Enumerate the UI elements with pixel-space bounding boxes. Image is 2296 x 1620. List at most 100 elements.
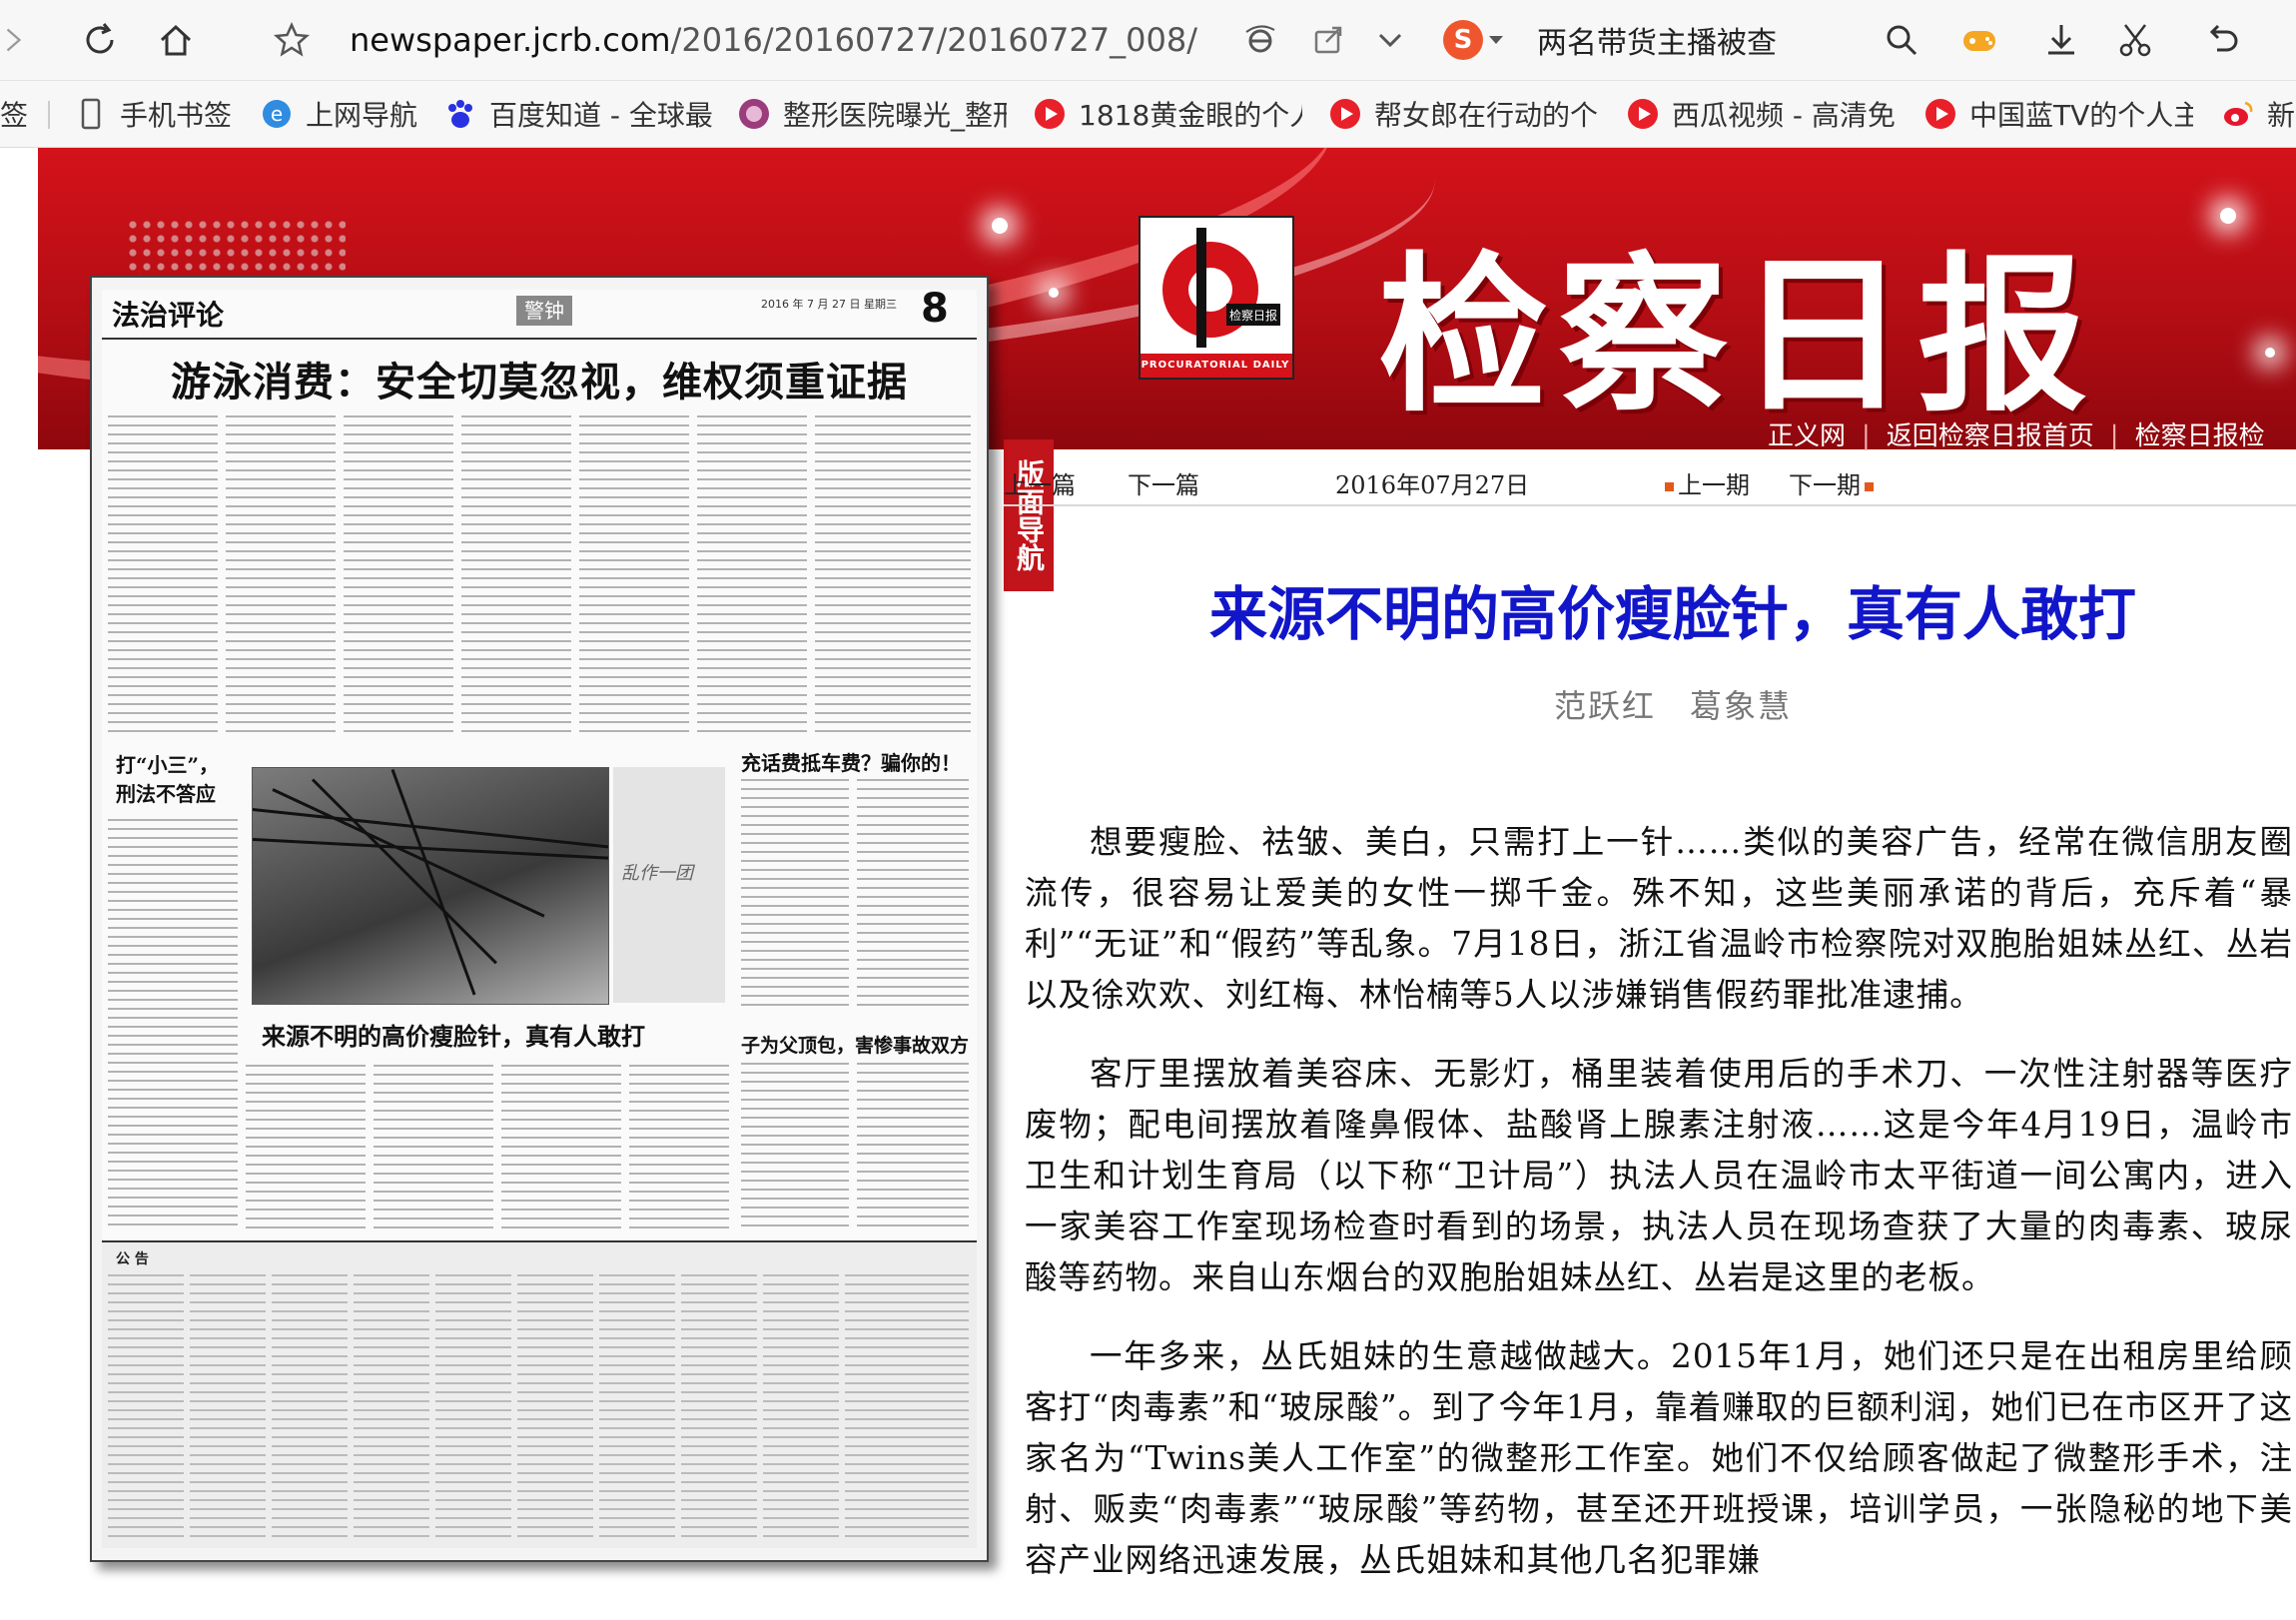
- masthead-links: 正义网 | 返回检察日报首页 | 检察日报检: [1768, 421, 2265, 451]
- text-column: [763, 1274, 839, 1544]
- newspaper-logo[interactable]: 检察日报: [1139, 216, 1294, 380]
- search-input[interactable]: 两名带货主播被查: [1537, 18, 1777, 62]
- text-column: [272, 1274, 348, 1544]
- text-column: [857, 779, 969, 1009]
- link-zhengyi[interactable]: 正义网: [1768, 421, 1846, 451]
- chevron-down-icon[interactable]: [1364, 14, 1416, 66]
- light-flare: [2220, 208, 2236, 224]
- text-column: [108, 819, 238, 1228]
- page-number: 8: [921, 290, 949, 332]
- address-bar[interactable]: newspaper.jcrb.com/2016/20160727/2016072…: [350, 14, 1198, 66]
- text-column: [108, 415, 218, 735]
- dot-pattern: [126, 218, 346, 278]
- baidu-paw-icon: [443, 97, 477, 131]
- refresh-icon[interactable]: [74, 14, 126, 66]
- next-issue-link[interactable]: 下一期: [1789, 465, 1878, 500]
- photo-caption-box: 乱作一团: [613, 767, 725, 1003]
- text-column: [374, 1065, 493, 1234]
- bookmark-label: 签: [0, 99, 29, 132]
- subheadline-2[interactable]: 充话费抵车费？骗你的！: [741, 747, 961, 776]
- text-column: [845, 1274, 969, 1544]
- article-paragraph: 想要瘦脸、祛皱、美白，只需打上一针……类似的美容广告，经常在微信朋友圈流传，很容…: [1025, 823, 2293, 1014]
- share-icon[interactable]: [1302, 14, 1354, 66]
- page-date: 2016 年 7 月 27 日 星期三: [761, 298, 897, 311]
- bookmark-item[interactable]: 西瓜视频 - 高清免: [1626, 91, 1896, 137]
- text-column: [190, 1274, 266, 1544]
- undo-icon[interactable]: [2197, 14, 2249, 66]
- subheadline-1[interactable]: 打“小三”，刑法不答应: [116, 749, 226, 807]
- video-play-icon: [1033, 97, 1067, 131]
- article-paragraph: 客厅里摆放着美容床、无影灯，桶里装着使用后的手术刀、一次性注射器等医疗废物；配电…: [1025, 1055, 2293, 1296]
- text-column: [681, 1274, 757, 1544]
- divider: [1004, 504, 2296, 506]
- bookmark-item[interactable]: 签: [0, 91, 30, 137]
- search-icon[interactable]: [1876, 14, 1927, 66]
- star-icon[interactable]: [266, 14, 318, 66]
- bookmark-label: 中国蓝TV的个人主: [1969, 99, 2193, 132]
- ads-label: 公 告: [116, 1251, 149, 1267]
- game-controller-icon[interactable]: [1953, 14, 2005, 66]
- prev-issue-link[interactable]: 上一期: [1665, 465, 1750, 500]
- text-column: [629, 1065, 729, 1234]
- ie-compat-icon[interactable]: [1234, 14, 1286, 66]
- bookmark-label: 1818黄金眼的个人: [1079, 99, 1302, 132]
- text-column: [741, 1063, 849, 1232]
- text-column: [579, 415, 689, 735]
- text-column: [108, 1274, 184, 1544]
- bookmark-item[interactable]: 1818黄金眼的个人: [1033, 91, 1302, 137]
- bookmark-item[interactable]: 手机书签: [74, 91, 244, 137]
- article-paragraph: 一年多来，丛氏姐妹的生意越做越大。2015年1月，她们还只是在出租房里给顾客打“…: [1025, 1337, 2293, 1579]
- bookmark-label: 西瓜视频 - 高清免: [1672, 99, 1896, 132]
- bookmark-label: 手机书签: [120, 99, 233, 132]
- article-title: 来源不明的高价瘦脸针，真有人敢打: [1208, 580, 2136, 648]
- prev-article-link[interactable]: 上一篇: [1004, 465, 1076, 500]
- text-column: [599, 1274, 675, 1544]
- link-home[interactable]: 返回检察日报首页: [1887, 421, 2094, 451]
- bookmark-item[interactable]: 新: [2221, 91, 2296, 137]
- scissors-icon[interactable]: [2109, 14, 2161, 66]
- bookmark-label: 百度知道 - 全球最: [489, 99, 713, 132]
- text-column: [435, 1274, 511, 1544]
- logo-badge-text: 检察日报: [1229, 308, 1277, 323]
- text-column: [815, 415, 971, 735]
- newspaper-title: 检察日报: [1378, 236, 2098, 435]
- article-nav: 上一篇 下一篇 2016年07月27日 上一期 下一期: [1004, 465, 2296, 503]
- bookmark-item[interactable]: e 上网导航: [260, 91, 439, 137]
- forward-icon[interactable]: [0, 14, 30, 66]
- issue-date: 2016年07月27日: [1335, 471, 1530, 499]
- download-icon[interactable]: [2035, 14, 2087, 66]
- photo-wire: [390, 768, 476, 996]
- text-column: [226, 415, 336, 735]
- browser-toolbar: newspaper.jcrb.com/2016/20160727/2016072…: [0, 0, 2296, 81]
- video-play-icon: [1328, 97, 1362, 131]
- bullet-icon: [1665, 482, 1674, 491]
- home-icon[interactable]: [150, 14, 202, 66]
- article-body: 想要瘦脸、祛皱、美白，只需打上一针……类似的美容广告，经常在微信朋友圈流传，很容…: [1025, 817, 2293, 1614]
- notice-ads-section: 公 告: [102, 1240, 977, 1548]
- url-path: /2016/20160727/20160727_008/2016: [670, 21, 1198, 59]
- photo-caption: 乱作一团: [621, 863, 693, 884]
- bookmark-label: 新: [2267, 99, 2296, 132]
- text-column: [697, 415, 807, 735]
- main-headline[interactable]: 游泳消费：安全切莫忽视，维权须重证据: [102, 350, 977, 407]
- bookmark-item[interactable]: 整形医院曝光_整形: [737, 91, 1007, 137]
- bookmark-item[interactable]: 中国蓝TV的个人主: [1923, 91, 2193, 137]
- web-page: 检察日报 PROCURATORIAL DAILY 检察日报 版面导航 正义网 | 返…: [0, 148, 2296, 1620]
- bookmark-item[interactable]: 百度知道 - 全球最: [443, 91, 713, 137]
- svg-text:e: e: [271, 102, 283, 126]
- light-flare: [992, 218, 1008, 234]
- divider: [48, 101, 50, 129]
- subheadline-4[interactable]: 子为父顶包，害惨事故双方: [741, 1031, 969, 1058]
- bookmark-item[interactable]: 帮女郎在行动的个: [1328, 91, 1598, 137]
- newspaper-page-image[interactable]: 法治评论 警钟 2016 年 7 月 27 日 星期三 8 游泳消费：安全切莫忽…: [90, 276, 989, 1562]
- text-column: [517, 1274, 593, 1544]
- link-search[interactable]: 检察日报检: [2135, 421, 2265, 451]
- weibo-icon: [2221, 97, 2255, 131]
- video-play-icon: [1626, 97, 1660, 131]
- section-name: 法治评论: [112, 299, 225, 332]
- next-article-link[interactable]: 下一篇: [1128, 465, 1199, 500]
- video-play-icon: [1923, 97, 1957, 131]
- engine-dropdown-icon[interactable]: [1489, 36, 1503, 44]
- subheadline-3[interactable]: 来源不明的高价瘦脸针，真有人敢打: [262, 1017, 645, 1052]
- search-box[interactable]: S 两名带货主播被查: [1443, 12, 1893, 68]
